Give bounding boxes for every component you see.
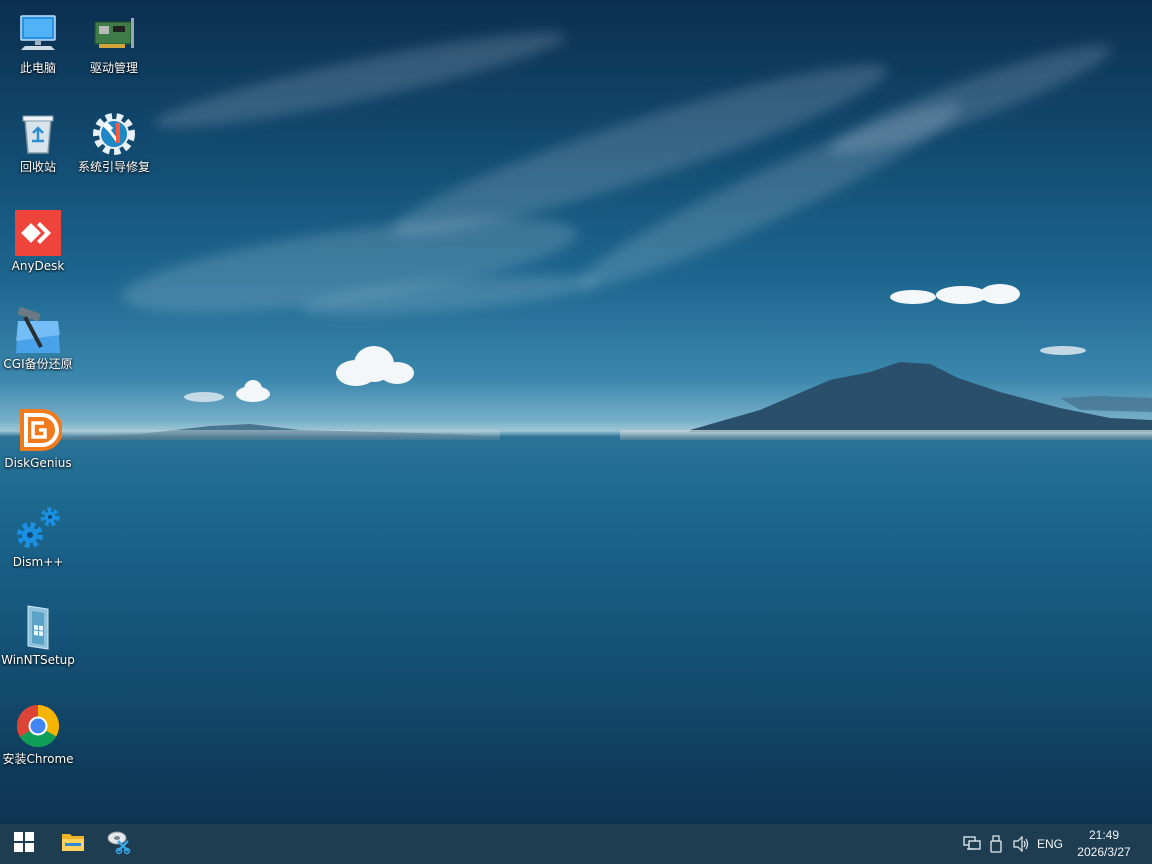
dism-gears-icon xyxy=(13,504,63,554)
file-explorer-icon xyxy=(61,831,85,857)
desktop-icon-label: WinNTSetup xyxy=(1,653,75,667)
computer-icon xyxy=(13,10,63,60)
volume-icon[interactable] xyxy=(1010,824,1032,864)
desktop-icon-label: DiskGenius xyxy=(4,456,72,470)
desktop-icon-anydesk[interactable]: AnyDesk xyxy=(0,204,76,296)
taskbar-file-explorer[interactable] xyxy=(50,824,96,864)
desktop-icon-recycle-bin[interactable]: 回收站 xyxy=(0,105,76,197)
desktop-icon-boot-repair[interactable]: 系统引导修复 xyxy=(76,105,152,197)
desktop-icon-label: 驱动管理 xyxy=(89,61,138,75)
network-icon[interactable] xyxy=(962,824,982,864)
desktop-icon-this-pc[interactable]: 此电脑 xyxy=(0,6,76,98)
recycle-bin-icon xyxy=(13,109,63,159)
partition-tool-icon xyxy=(106,829,132,859)
clock-time[interactable]: 21:49 xyxy=(1074,828,1134,842)
desktop-icon-label: AnyDesk xyxy=(11,259,65,273)
desktop-icon-install-chrome[interactable]: 安装Chrome xyxy=(0,697,76,789)
desktop-icon-cgi-backup[interactable]: CGI备份还原 xyxy=(0,302,76,394)
desktop-icon-driver-manager[interactable]: 驱动管理 xyxy=(76,6,152,98)
desktop-icon-label: 安装Chrome xyxy=(2,752,74,766)
anydesk-icon xyxy=(13,208,63,258)
windows-start-icon xyxy=(14,832,34,856)
winntsetup-icon xyxy=(13,602,63,652)
diskgenius-icon xyxy=(13,405,63,455)
usb-drive-icon[interactable] xyxy=(986,824,1006,864)
driver-card-icon xyxy=(89,10,139,60)
mountain-silhouette xyxy=(60,362,1152,440)
desktop-icon-diskgenius[interactable]: DiskGenius xyxy=(0,401,76,493)
boot-repair-gear-icon xyxy=(89,109,139,159)
taskbar: ENG 21:49 2026/3/27 xyxy=(0,824,1152,864)
desktop-icon-label: 此电脑 xyxy=(19,61,56,75)
desktop-icon-label: 系统引导修复 xyxy=(77,160,150,174)
desktop-icon-winntsetup[interactable]: WinNTSetup xyxy=(0,598,76,690)
desktop-icon-label: CGI备份还原 xyxy=(3,357,73,371)
taskbar-partition-tool[interactable] xyxy=(96,824,142,864)
desktop-icon-label: 回收站 xyxy=(19,160,56,174)
desktop-wallpaper: 此电脑 驱动管理 回收站 系统引导修复 AnyDesk CGI备份还原 Disk… xyxy=(0,0,1152,824)
desktop-icon-label: Dism++ xyxy=(12,555,64,569)
input-language-indicator[interactable]: ENG xyxy=(1037,837,1063,851)
cgi-hammer-icon xyxy=(13,306,63,356)
desktop-icon-dism[interactable]: Dism++ xyxy=(0,500,76,592)
start-button[interactable] xyxy=(0,824,48,864)
clock-date[interactable]: 2026/3/27 xyxy=(1070,845,1138,859)
chrome-icon xyxy=(13,701,63,751)
